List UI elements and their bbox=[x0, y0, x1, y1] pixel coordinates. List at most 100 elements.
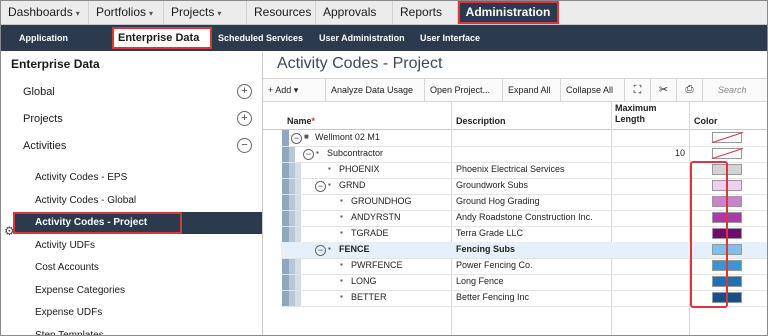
code-value-icon: ▪ bbox=[328, 164, 331, 173]
code-name: PHOENIX bbox=[339, 164, 380, 174]
minus-circle-icon[interactable]: − bbox=[237, 138, 252, 153]
sidebar-item-label: Activity Codes - EPS bbox=[35, 172, 128, 183]
selection-bar bbox=[182, 212, 262, 234]
sidebar-section-label: Projects bbox=[23, 113, 63, 125]
sidebar-item-expense-udfs[interactable]: Expense UDFs bbox=[1, 302, 262, 324]
search-input[interactable]: Search bbox=[713, 79, 767, 101]
color-swatch[interactable] bbox=[712, 132, 742, 143]
grid-header: Name* Description Maximum Length Color bbox=[263, 101, 767, 130]
code-name: FENCE bbox=[339, 244, 370, 254]
expand-all-button[interactable]: Expand All bbox=[503, 79, 561, 101]
subnav-enterprise-data[interactable]: Enterprise Data bbox=[112, 27, 212, 49]
code-name: ANDYRSTN bbox=[351, 212, 401, 222]
sidebar-item-activity-codes-project[interactable]: Activity Codes - Project bbox=[13, 212, 182, 234]
topnav-approvals[interactable]: Approvals bbox=[316, 1, 393, 24]
enterprise-data-panel: Enterprise Data Global + Projects + Activiti… bbox=[1, 52, 263, 336]
code-value-icon: ▪ bbox=[340, 276, 343, 285]
code-description: Terra Grade LLC bbox=[456, 228, 524, 238]
sidebar-item-cost-accounts[interactable]: Cost Accounts bbox=[1, 257, 262, 279]
topnav-administration[interactable]: Administration bbox=[458, 1, 559, 24]
table-row[interactable]: − ■ Wellmont 02 M1 bbox=[281, 130, 767, 147]
top-navigation: Dashboards ▾ Portfolios ▾ Projects ▾ Resources… bbox=[1, 1, 767, 25]
folder-icon: ■ bbox=[304, 132, 309, 141]
max-length-column-header[interactable]: Maximum Length bbox=[615, 103, 657, 125]
sidebar-item-activity-codes-global[interactable]: Activity Codes - Global bbox=[1, 190, 262, 212]
code-description: Fencing Subs bbox=[456, 244, 516, 254]
topnav-portfolios[interactable]: Portfolios ▾ bbox=[89, 1, 164, 24]
name-column-header[interactable]: Name* bbox=[287, 116, 315, 126]
sidebar-section-projects[interactable]: Projects + bbox=[1, 109, 262, 131]
collapse-toggle-icon[interactable]: − bbox=[291, 133, 302, 144]
code-max-length: 10 bbox=[674, 148, 685, 158]
tools-icon[interactable]: ✂ bbox=[651, 79, 677, 101]
code-description: Power Fencing Co. bbox=[456, 260, 533, 270]
subnav-user-interface-views[interactable]: User Interface Views bbox=[414, 25, 512, 69]
sidebar-item-expense-categories[interactable]: Expense Categories bbox=[1, 280, 262, 302]
sidebar-item-label: Expense UDFs bbox=[35, 307, 103, 318]
sidebar-section-label: Activities bbox=[23, 140, 67, 152]
plus-circle-icon[interactable]: + bbox=[237, 111, 252, 126]
code-name: PWRFENCE bbox=[351, 260, 403, 270]
sidebar-item-label: Activity Codes - Global bbox=[35, 194, 137, 206]
sidebar-item-label: Activity UDFs bbox=[35, 239, 95, 251]
chevron-down-icon: ▾ bbox=[149, 9, 154, 18]
code-description: Phoenix Electrical Services bbox=[456, 164, 565, 174]
code-name: GRND bbox=[339, 180, 366, 190]
code-value-icon: ▪ bbox=[328, 244, 331, 253]
sidebar-item-label: Activity Codes - Project bbox=[35, 217, 148, 228]
code-name: Subcontractor bbox=[327, 148, 384, 158]
code-name: GROUNDHOG bbox=[351, 196, 412, 206]
sidebar-item-step-templates[interactable]: Step Templates bbox=[1, 325, 262, 336]
sub-navigation: Application SettingsEnterprise DataSched… bbox=[1, 25, 767, 69]
code-name: TGRADE bbox=[351, 228, 389, 238]
topnav-label: Approvals bbox=[323, 5, 377, 19]
chevron-down-icon: ▾ bbox=[75, 9, 80, 18]
open-project-button[interactable]: Open Project... bbox=[425, 79, 503, 101]
add-button[interactable]: + Add ▾ bbox=[263, 79, 326, 101]
collapse-all-button[interactable]: Collapse All bbox=[561, 79, 625, 101]
topnav-dashboards[interactable]: Dashboards ▾ bbox=[1, 1, 89, 24]
panel-title: Enterprise Data bbox=[11, 57, 100, 71]
code-type-icon: ▪ bbox=[316, 148, 319, 157]
topnav-label: Portfolios bbox=[96, 5, 147, 19]
analyze-data-usage-button[interactable]: Analyze Data Usage bbox=[326, 79, 425, 101]
code-name: Wellmont 02 M1 bbox=[315, 132, 380, 142]
sidebar-section-activities[interactable]: Activities − bbox=[1, 136, 262, 158]
topnav-label: Administration bbox=[465, 5, 551, 19]
code-value-icon: ▪ bbox=[340, 292, 343, 301]
code-description: Groundwork Subs bbox=[456, 180, 529, 190]
page-title: Activity Codes - Project bbox=[277, 55, 443, 72]
subnav-scheduled-services[interactable]: Scheduled Services bbox=[212, 25, 310, 51]
sidebar-item-activity-udfs[interactable]: Activity UDFs bbox=[1, 235, 262, 257]
sidebar-item-label: Cost Accounts bbox=[35, 262, 99, 273]
code-description: Ground Hog Grading bbox=[456, 196, 540, 206]
color-highlight-box bbox=[690, 161, 728, 308]
description-column-header[interactable]: Description bbox=[456, 116, 506, 126]
code-value-icon: ▪ bbox=[340, 212, 343, 221]
subnav-application-settings[interactable]: Application Settings bbox=[13, 25, 111, 69]
code-description: Andy Roadstone Construction Inc. bbox=[456, 212, 593, 222]
collapse-toggle-icon[interactable]: − bbox=[303, 149, 314, 160]
topnav-label: Reports bbox=[400, 5, 443, 19]
print-icon[interactable]: ⎙ bbox=[677, 79, 703, 101]
code-value-icon: ▪ bbox=[340, 260, 343, 269]
topnav-resources[interactable]: Resources bbox=[247, 1, 316, 24]
color-swatch[interactable] bbox=[712, 148, 742, 159]
subnav-user-administration[interactable]: User Administration bbox=[313, 25, 411, 51]
gear-icon[interactable]: ⚙ bbox=[4, 224, 15, 238]
plus-circle-icon[interactable]: + bbox=[237, 84, 252, 99]
collapse-toggle-icon[interactable]: − bbox=[315, 181, 326, 192]
expand-arrows-icon[interactable]: ⛶ bbox=[625, 79, 651, 101]
sidebar-section-label: Global bbox=[23, 86, 55, 98]
chevron-down-icon: ▾ bbox=[217, 9, 222, 18]
collapse-toggle-icon[interactable]: − bbox=[315, 245, 326, 256]
sidebar-item-activity-codes-eps[interactable]: Activity Codes - EPS bbox=[1, 167, 262, 189]
sidebar-item-label: Expense Categories bbox=[35, 284, 126, 296]
sidebar-section-global[interactable]: Global + bbox=[1, 82, 262, 104]
topnav-reports[interactable]: Reports bbox=[393, 1, 458, 24]
code-description: Better Fencing Inc bbox=[456, 292, 530, 302]
code-value-icon: ▪ bbox=[340, 228, 343, 237]
code-value-icon: ▪ bbox=[340, 196, 343, 205]
color-column-header[interactable]: Color bbox=[694, 116, 718, 126]
topnav-projects[interactable]: Projects ▾ bbox=[164, 1, 247, 24]
